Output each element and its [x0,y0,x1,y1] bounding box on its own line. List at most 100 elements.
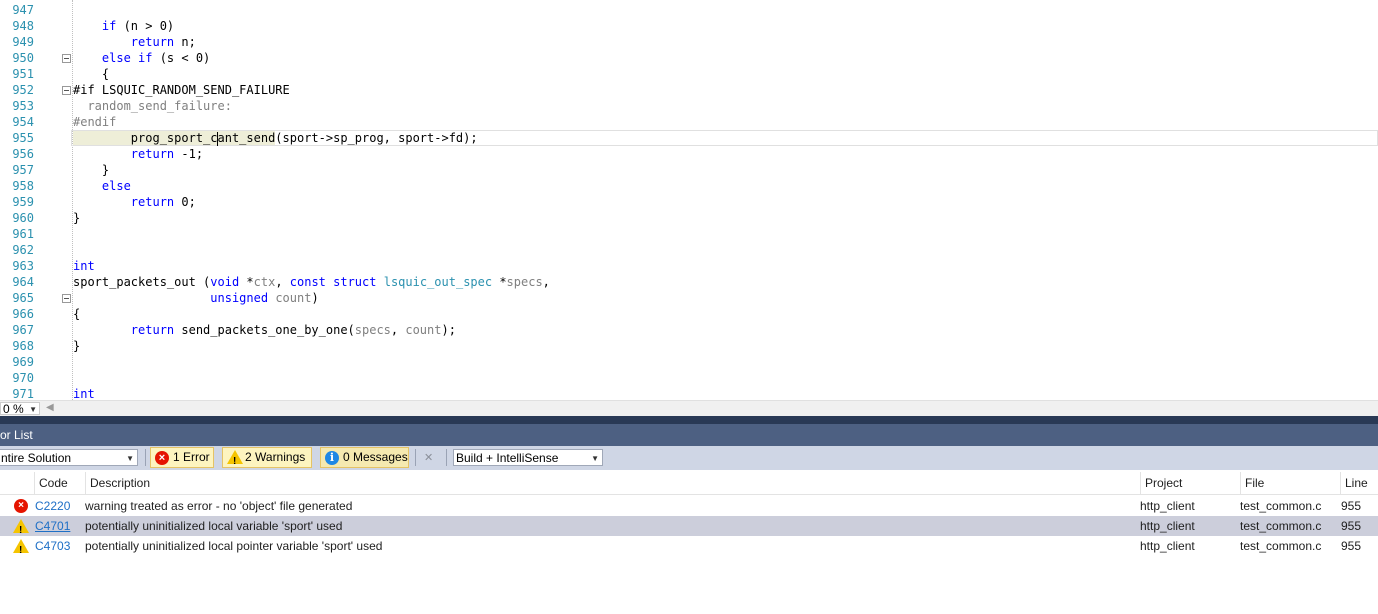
code-text: } [73,339,81,353]
zoom-value: 0 % [3,402,24,416]
code-editor[interactable]: 947 948 if (n > 0) 949 return n; 950 els… [0,0,1378,400]
code-text: if (n > 0) [101,19,175,33]
code-line: 968} [0,338,1378,354]
warning-file: test_common.c [1240,539,1322,553]
collapse-icon[interactable] [62,86,71,95]
warning-project: http_client [1140,539,1195,553]
error-icon: × [14,499,28,513]
column-header-line[interactable]: Line [1340,472,1378,494]
line-number: 970 [12,371,34,385]
code-text: else [101,179,131,193]
code-line: 971 int [0,386,1378,400]
line-number: 964 [12,275,34,289]
line-number: 969 [12,355,34,369]
line-number: 971 [12,387,34,400]
code-text: return n; [130,35,196,49]
code-line: 967 return send_packets_one_by_one(specs… [0,322,1378,338]
scope-dropdown[interactable]: ntire Solution ▼ [0,449,138,466]
warning-row-selected[interactable]: C4701 potentially uninitialized local va… [0,516,1378,541]
line-number: 961 [12,227,34,241]
line-number: 957 [12,163,34,177]
toolbar-separator [415,449,416,466]
error-row[interactable]: × C2220 warning treated as error - no 'o… [0,496,1378,516]
line-number: 951 [12,67,34,81]
warning-description: potentially uninitialized local variable… [85,519,343,533]
code-line: 963 int [0,258,1378,274]
code-line: 947 [0,2,1378,18]
toolbar-separator [145,449,146,466]
messages-filter-button[interactable]: i 0 Messages [320,447,409,468]
line-number: 958 [12,179,34,193]
line-number: 963 [12,259,34,273]
line-number: 962 [12,243,34,257]
code-line: 969 [0,354,1378,370]
line-number: 966 [12,307,34,321]
line-number: 960 [12,211,34,225]
code-line: 958 else [0,178,1378,194]
collapse-icon[interactable] [62,294,71,303]
scroll-left-icon[interactable]: ◀ [46,402,54,413]
error-list-toolbar: ntire Solution ▼ × 1 Error 2 Warnings i … [0,446,1378,471]
warning-description: potentially uninitialized local pointer … [85,539,383,553]
line-number: 955 [12,131,34,145]
build-filter-dropdown[interactable]: Build + IntelliSense ▼ [453,449,603,466]
collapse-icon[interactable] [62,54,71,63]
code-line: 948 if (n > 0) [0,18,1378,34]
line-number: 965 [12,291,34,305]
code-line: 956 return -1; [0,146,1378,162]
error-list-title-bar: or List [0,424,1378,446]
code-text: int [73,387,95,400]
line-number: 954 [12,115,34,129]
code-line: 957 } [0,162,1378,178]
column-header-file[interactable]: File [1240,472,1340,494]
warning-line: 955 [1341,519,1362,533]
line-number: 950 [12,51,34,65]
column-header-description[interactable]: Description [85,472,1140,494]
warning-icon [13,539,29,561]
code-text: prog_sport_cant_send(sport->sp_prog, spo… [73,131,478,146]
panel-title: or List [0,428,33,442]
warning-line: 955 [1341,539,1362,553]
code-line: 959 return 0; [0,194,1378,210]
code-text: unsigned count) [210,291,319,305]
warning-row[interactable]: C4703 potentially uninitialized local po… [0,536,1378,561]
line-number: 952 [12,83,34,97]
panel-splitter[interactable] [0,416,1378,424]
zoom-dropdown[interactable]: 0 % ▼ [0,402,40,416]
warnings-filter-button[interactable]: 2 Warnings [222,447,312,471]
warning-code-link[interactable]: C4703 [35,536,70,556]
code-text: return -1; [130,147,204,161]
code-text: int [73,259,95,273]
code-line: 954 #endif [0,114,1378,130]
error-list-header: Code Description Project File Line [0,472,1378,495]
line-number: 948 [12,19,34,33]
editor-status-bar: 0 % ▼ ◀ [0,400,1378,417]
chevron-down-icon: ▼ [591,454,599,463]
code-text: } [73,211,81,225]
warning-icon [227,450,243,471]
code-line: 953 random_send_failure: [0,98,1378,114]
code-line: 950 else if (s < 0) [0,50,1378,66]
column-header-code[interactable]: Code [34,472,85,494]
error-line: 955 [1341,499,1362,513]
errors-filter-button[interactable]: × 1 Error [150,447,214,468]
code-text: else if (s < 0) [101,51,211,65]
warning-file: test_common.c [1240,519,1322,533]
code-line: 970 [0,370,1378,386]
warning-code-link[interactable]: C4701 [35,516,70,536]
clear-filter-icon[interactable]: ✕ [424,452,436,464]
code-line: 966 { [0,306,1378,322]
line-number: 967 [12,323,34,337]
warning-project: http_client [1140,519,1195,533]
code-text: { [73,307,81,321]
code-text: } [73,163,110,177]
line-number: 968 [12,339,34,353]
info-icon: i [325,451,339,465]
error-code-link[interactable]: C2220 [35,496,70,516]
line-number: 947 [12,3,34,17]
code-text: { [73,67,110,81]
scope-value: ntire Solution [1,451,72,465]
line-number: 953 [12,99,34,113]
column-header-project[interactable]: Project [1140,472,1240,494]
warning-icon [13,519,29,541]
